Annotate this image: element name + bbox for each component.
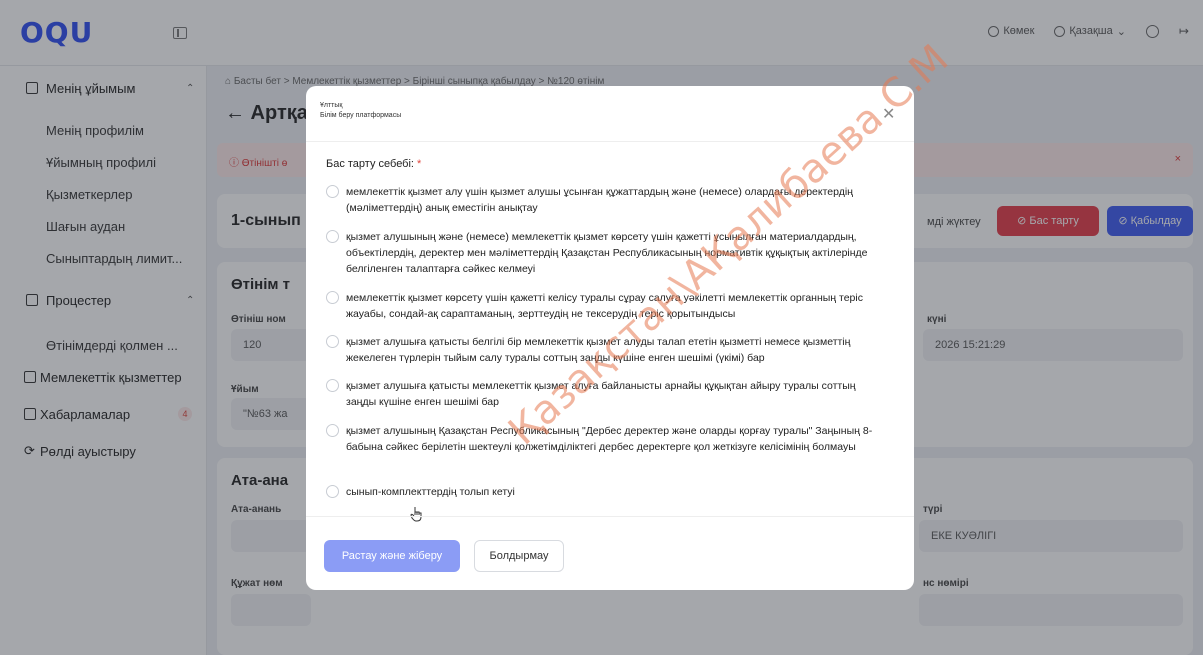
required-mark: * xyxy=(417,158,422,170)
reason-option[interactable]: қызмет алушының және (немесе) мемлекетті… xyxy=(326,229,886,279)
modal-header-line2: Білім беру платформасы xyxy=(320,112,402,119)
reason-option[interactable]: мемлекеттік қызмет көрсету үшін қажетті … xyxy=(326,290,886,324)
reason-option[interactable]: сынып-комплекттердің толып кетуі xyxy=(326,484,886,502)
reason-label-text: Бас тарту себебі: xyxy=(326,158,414,170)
reason-option-label: қызмет алушыға қатысты мемлекеттік қызме… xyxy=(346,380,856,408)
confirm-submit-button[interactable]: Растау және жіберу xyxy=(324,540,460,572)
radio-button[interactable] xyxy=(326,379,339,392)
modal-body: Бас тарту себебі: * мемлекеттік қызмет а… xyxy=(306,142,914,516)
radio-button[interactable] xyxy=(326,291,339,304)
modal-header-line1: Ұлттық xyxy=(320,102,343,109)
radio-button[interactable] xyxy=(326,485,339,498)
reason-option[interactable]: қызмет алушыға қатысты белгілі бір мемле… xyxy=(326,334,886,368)
reason-option-label: қызмет алушының Қазақстан Республикасыны… xyxy=(346,425,873,453)
reason-option-label: қызмет алушының және (немесе) мемлекетті… xyxy=(346,231,868,275)
radio-button[interactable] xyxy=(326,424,339,437)
radio-button[interactable] xyxy=(326,185,339,198)
reason-option[interactable]: мемлекеттік қызмет алу үшін қызмет алушы… xyxy=(326,184,886,218)
reason-option-label: қызмет алушыға қатысты белгілі бір мемле… xyxy=(346,336,851,364)
reason-label: Бас тарту себебі: * xyxy=(326,158,421,170)
reason-option[interactable]: қызмет алушының Қазақстан Республикасыны… xyxy=(326,423,886,473)
reject-reason-modal: Ұлттық Білім беру платформасы ✕ Бас тарт… xyxy=(306,86,914,590)
reason-option-label: мемлекеттік қызмет көрсету үшін қажетті … xyxy=(346,292,863,320)
modal-header: Ұлттық Білім беру платформасы ✕ xyxy=(306,86,914,142)
reason-option-label: мемлекеттік қызмет алу үшін қызмет алушы… xyxy=(346,186,853,214)
radio-button[interactable] xyxy=(326,335,339,348)
modal-footer: Растау және жіберу Болдырмау xyxy=(306,516,914,590)
close-icon[interactable]: ✕ xyxy=(882,104,895,124)
reason-option-label: сынып-комплекттердің толып кетуі xyxy=(346,486,515,498)
cancel-button[interactable]: Болдырмау xyxy=(474,540,564,572)
radio-button[interactable] xyxy=(326,230,339,243)
reason-option[interactable]: қызмет алушыға қатысты мемлекеттік қызме… xyxy=(326,378,886,412)
